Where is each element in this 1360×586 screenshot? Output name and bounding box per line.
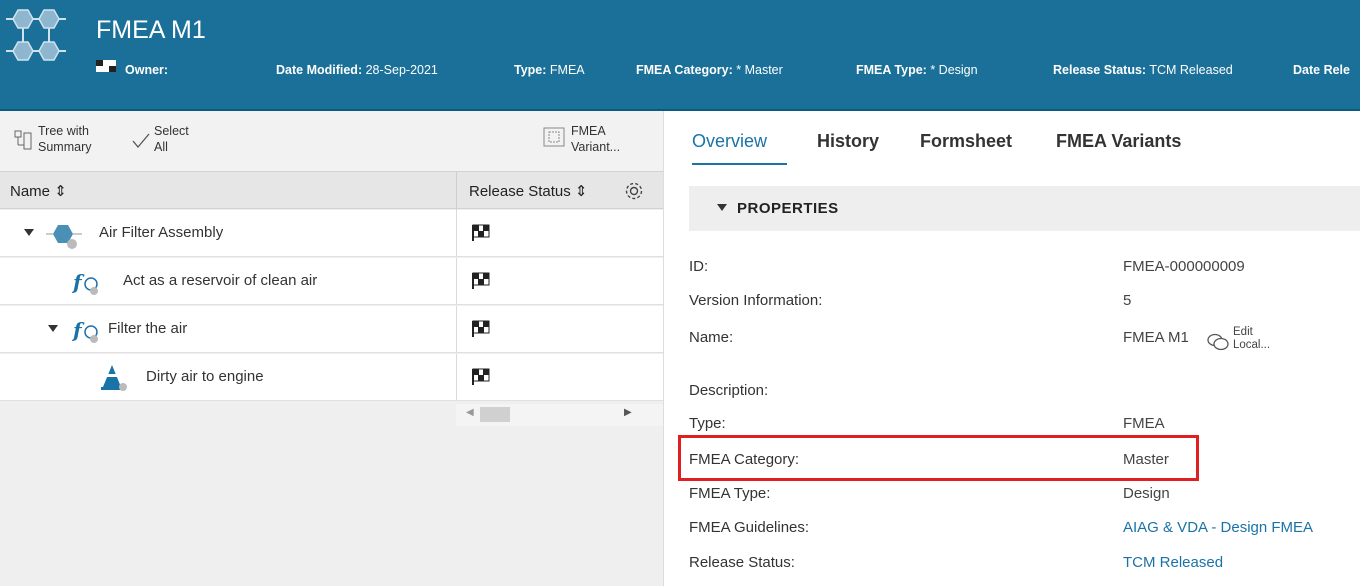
release-status-field: Release Status: TCM Released bbox=[1053, 63, 1233, 77]
prop-value-type: FMEA bbox=[1123, 415, 1165, 432]
name-column-header[interactable]: Name ⇕ bbox=[10, 182, 67, 200]
collapse-caret-icon[interactable] bbox=[717, 204, 727, 212]
prop-value-fmea-guidelines-link[interactable]: AIAG & VDA - Design FMEA bbox=[1123, 519, 1313, 536]
tree-row-label: Dirty air to engine bbox=[146, 368, 264, 385]
fmea-variants-icon bbox=[543, 127, 565, 147]
edit-locale-button[interactable]: Edit Local... bbox=[1233, 326, 1270, 352]
tree-row-label: Air Filter Assembly bbox=[99, 224, 224, 241]
scroll-left-icon[interactable]: ◀ bbox=[466, 407, 474, 418]
svg-text:f: f bbox=[72, 318, 85, 342]
tree-panel: Tree with Summary Select All FMEA Varian… bbox=[0, 111, 663, 586]
fmea-category-field: FMEA Category: * Master bbox=[636, 63, 783, 77]
active-tab-indicator bbox=[692, 163, 787, 165]
prop-label-id: ID: bbox=[689, 258, 709, 275]
system-element-icon bbox=[46, 225, 82, 249]
date-modified-field: Date Modified: 28-Sep-2021 bbox=[276, 63, 438, 77]
scrollbar-thumb[interactable] bbox=[480, 407, 510, 422]
prop-value-name: FMEA M1 bbox=[1123, 329, 1189, 346]
tab-fmea-variants[interactable]: FMEA Variants bbox=[1056, 131, 1181, 152]
released-flag-icon bbox=[472, 368, 490, 385]
cell-separator bbox=[456, 210, 457, 257]
annotation-highlight-box bbox=[678, 435, 1199, 481]
prop-label-name: Name: bbox=[689, 329, 734, 346]
date-released-field: Date Rele bbox=[1293, 63, 1350, 77]
cell-separator bbox=[456, 306, 457, 353]
prop-label-description: Description: bbox=[689, 382, 769, 399]
tree-toolbar: Tree with Summary Select All FMEA Varian… bbox=[0, 111, 663, 171]
object-header: FMEA M1 Owner: Date Modified: 28-Sep-202… bbox=[0, 0, 1360, 111]
fmea-hexagon-logo-icon bbox=[6, 9, 66, 61]
released-flag-icon bbox=[472, 224, 490, 241]
release-status-column-header[interactable]: Release Status ⇕ bbox=[469, 182, 587, 200]
tab-history[interactable]: History bbox=[817, 131, 879, 152]
tree-with-summary-button[interactable]: Tree with Summary bbox=[14, 123, 91, 155]
released-flag-icon bbox=[472, 320, 490, 337]
column-settings-gear-icon[interactable] bbox=[624, 181, 644, 201]
pane-splitter[interactable] bbox=[663, 111, 680, 586]
tree-row[interactable]: f Act as a reservoir of clean air bbox=[0, 258, 663, 305]
horizontal-scrollbar[interactable]: ◀ ▶ bbox=[456, 404, 663, 426]
svg-text:f: f bbox=[72, 270, 85, 294]
tab-overview[interactable]: Overview bbox=[692, 131, 767, 152]
function-icon: f bbox=[72, 318, 98, 343]
tree-row[interactable]: Dirty air to engine bbox=[0, 354, 663, 401]
prop-value-version: 5 bbox=[1123, 292, 1132, 309]
object-title: FMEA M1 bbox=[96, 16, 206, 44]
column-separator[interactable] bbox=[456, 172, 457, 210]
tree-summary-icon bbox=[14, 130, 32, 150]
owner-flag-icon bbox=[96, 60, 116, 72]
cell-separator bbox=[456, 258, 457, 305]
type-field: Type: FMEA bbox=[514, 63, 585, 77]
fmea-type-field: FMEA Type: * Design bbox=[856, 63, 978, 77]
released-flag-icon bbox=[472, 272, 490, 289]
tab-formsheet[interactable]: Formsheet bbox=[920, 131, 1012, 152]
prop-label-version: Version Information: bbox=[689, 292, 823, 309]
prop-value-release-status-link[interactable]: TCM Released bbox=[1123, 554, 1223, 571]
prop-value-fmea-type: Design bbox=[1123, 485, 1170, 502]
sort-icon: ⇕ bbox=[574, 183, 588, 200]
properties-section-header[interactable]: PROPERTIES bbox=[689, 186, 1360, 231]
expand-collapse-icon[interactable] bbox=[24, 229, 34, 237]
function-icon: f bbox=[72, 270, 98, 295]
tree-row[interactable]: f Filter the air bbox=[0, 306, 663, 353]
sort-icon: ⇕ bbox=[54, 183, 67, 200]
tree-row-label: Act as a reservoir of clean air bbox=[123, 272, 318, 289]
grid-header: Name ⇕ Release Status ⇕ bbox=[0, 171, 663, 210]
checkmark-icon bbox=[132, 133, 150, 149]
prop-label-fmea-type: FMEA Type: bbox=[689, 485, 771, 502]
fmea-variants-button[interactable]: FMEA Variant... bbox=[543, 123, 620, 155]
expand-collapse-icon[interactable] bbox=[48, 325, 58, 333]
tree-row[interactable]: Air Filter Assembly bbox=[0, 210, 663, 257]
prop-label-type: Type: bbox=[689, 415, 726, 432]
details-panel: Overview History Formsheet FMEA Variants… bbox=[680, 111, 1360, 586]
edit-locale-icon[interactable] bbox=[1207, 333, 1229, 351]
scroll-right-icon[interactable]: ▶ bbox=[624, 407, 632, 418]
failure-mode-cone-icon bbox=[101, 365, 127, 391]
cell-separator bbox=[456, 354, 457, 401]
owner-field: Owner: bbox=[125, 63, 169, 77]
prop-label-fmea-guidelines: FMEA Guidelines: bbox=[689, 519, 810, 536]
select-all-button[interactable]: Select All bbox=[132, 123, 189, 155]
prop-label-release-status: Release Status: bbox=[689, 554, 795, 571]
tree-row-label: Filter the air bbox=[108, 320, 188, 337]
prop-value-id: FMEA-000000009 bbox=[1123, 258, 1245, 275]
